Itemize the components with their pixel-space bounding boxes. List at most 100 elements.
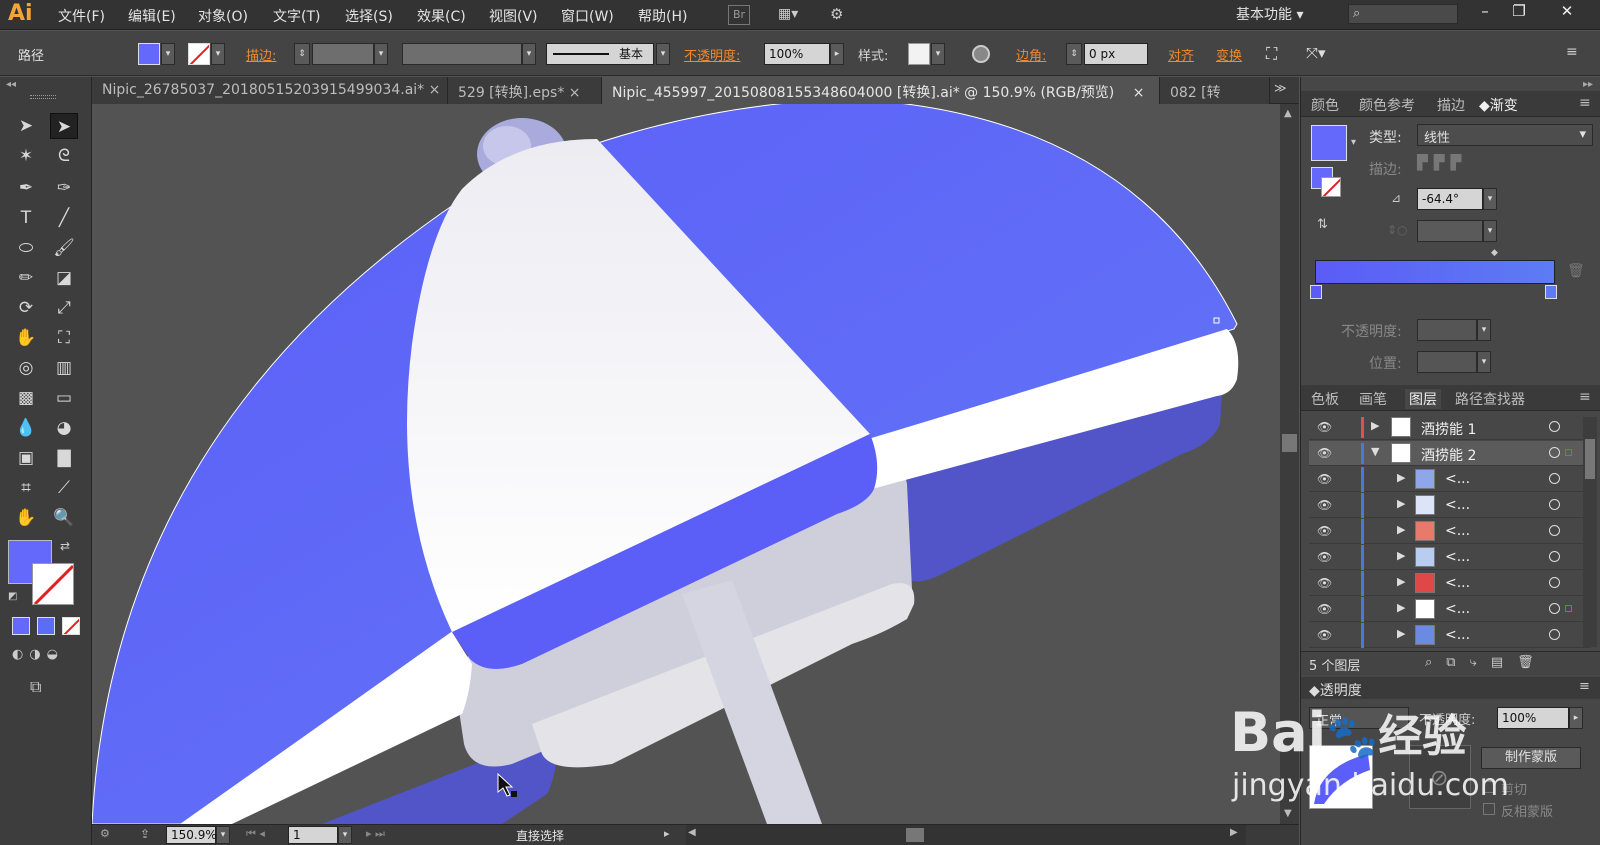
artboard-icon[interactable]: ⌗ (12, 475, 40, 501)
target-icon[interactable] (1549, 629, 1560, 640)
stroke-weight-label[interactable]: 描边: (246, 45, 276, 64)
gpu-status-icon[interactable]: ⚙ (100, 827, 110, 840)
aspect-ratio-field[interactable] (1417, 220, 1483, 242)
layer-row-selected[interactable]: 👁 ▼ 酒捞能 2 (1309, 441, 1591, 466)
expand-arrow-icon[interactable]: ▶ (1397, 497, 1405, 510)
sublayer-row[interactable]: 👁 ▶ <... (1309, 597, 1591, 622)
eye-icon[interactable]: 👁 (1317, 498, 1332, 512)
brush-definition-field[interactable]: 基本 (546, 43, 654, 65)
invert-mask-checkbox[interactable] (1483, 803, 1495, 815)
target-icon[interactable] (1549, 447, 1560, 458)
hand-tool-icon[interactable]: ✋ (12, 505, 40, 531)
tab-color-guide[interactable]: 颜色参考 (1359, 95, 1415, 115)
menu-object[interactable]: 对象(O) (198, 6, 248, 26)
expand-arrow-icon[interactable]: ▶ (1397, 523, 1405, 536)
ellipse-tool-icon[interactable]: ⬭ (12, 235, 40, 261)
sublayer-row[interactable]: 👁 ▶ <... (1309, 467, 1591, 492)
gradient-slider[interactable] (1315, 260, 1555, 284)
zoom-dropdown[interactable]: ▾ (216, 826, 230, 844)
sublayer-row[interactable]: 👁 ▶ <... (1309, 571, 1591, 596)
search-input[interactable]: ⌕ (1348, 4, 1458, 24)
gradient-type-select[interactable]: 线性 ▾ (1417, 124, 1593, 146)
angle-dropdown[interactable]: ▾ (1483, 188, 1497, 210)
rotate-icon[interactable]: ⟳ (12, 295, 40, 321)
eye-icon[interactable]: 👁 (1317, 628, 1332, 642)
tab-document-4[interactable]: 082 [转 (1160, 77, 1270, 104)
collapse-arrow-icon[interactable]: ▼ (1371, 445, 1379, 458)
recolor-artwork-icon[interactable] (972, 45, 990, 63)
status-menu-arrow[interactable]: ▸ (664, 827, 670, 840)
eraser-icon[interactable]: ◪ (50, 265, 78, 291)
tab-close-icon[interactable]: × (429, 82, 441, 98)
paintbrush-icon[interactable]: 🖌 (50, 235, 78, 261)
stop-opacity-field[interactable] (1417, 319, 1477, 341)
type-tool-icon[interactable]: T (12, 205, 40, 231)
stop-position-field[interactable] (1417, 351, 1477, 373)
first-page-icon[interactable]: ⏮ ◂ (246, 827, 265, 841)
umbrella-artwork[interactable] (92, 104, 1280, 824)
stroke-color-box[interactable] (32, 563, 74, 605)
line-tool-icon[interactable]: ╱ (50, 205, 78, 231)
pen-tool-icon[interactable]: ✒ (12, 175, 40, 201)
gpu-performance-icon[interactable]: ⚙ (830, 5, 856, 25)
gradient-stop-right[interactable] (1545, 285, 1557, 299)
tab-layers[interactable]: 图层 (1405, 389, 1441, 409)
slice-icon[interactable]: ⟋ (50, 475, 78, 501)
isolate-icon[interactable]: ⛶ (1266, 44, 1277, 64)
tab-close-icon[interactable]: × (1133, 85, 1145, 101)
target-icon[interactable] (1549, 551, 1560, 562)
panel-menu-icon[interactable]: ≡ (1579, 389, 1591, 405)
share-icon[interactable]: ⇪ (140, 827, 150, 841)
direct-selection-tool-icon[interactable]: ➤ (50, 113, 78, 139)
sublayer-row[interactable]: 👁 ▶ <... (1309, 493, 1591, 518)
none-mode-icon[interactable] (62, 617, 80, 635)
scroll-left-icon[interactable]: ◀ (688, 827, 696, 838)
sublayer-row[interactable]: 👁 ▶ <... (1309, 519, 1591, 544)
artboard-dropdown[interactable]: ▾ (338, 826, 352, 844)
scale-icon[interactable]: ⤢ (50, 295, 78, 321)
collapse-icon[interactable]: ◂◂ (6, 79, 16, 90)
tabs-overflow-icon[interactable]: ≫ (1274, 81, 1287, 95)
hscroll-thumb[interactable] (906, 828, 924, 842)
panel-menu-icon[interactable]: ≡ (1579, 95, 1591, 111)
target-icon[interactable] (1549, 577, 1560, 588)
shape-builder-icon[interactable]: ◎ (12, 355, 40, 381)
reverse-gradient-icon[interactable]: ⇅ (1317, 217, 1328, 232)
layer-row[interactable]: 👁 ▶ 酒捞能 1 (1309, 415, 1591, 440)
align-link[interactable]: 对齐 (1168, 45, 1194, 64)
eye-icon[interactable]: 👁 (1317, 550, 1332, 564)
fill-swatch[interactable] (138, 43, 160, 65)
transparency-title[interactable]: ◆透明度 (1309, 680, 1362, 700)
arrange-documents-icon[interactable]: ▦▾ (778, 6, 812, 24)
layers-scroll-thumb[interactable] (1585, 439, 1595, 479)
target-icon[interactable] (1549, 525, 1560, 536)
eyedropper-icon[interactable]: 💧 (12, 415, 40, 441)
corner-label[interactable]: 边角: (1016, 45, 1046, 64)
tab-color[interactable]: 颜色 (1311, 95, 1339, 115)
scroll-right-icon[interactable]: ▶ (1230, 827, 1238, 838)
minimize-icon[interactable]: – (1472, 2, 1498, 24)
layers-scrollbar[interactable] (1583, 417, 1597, 647)
mesh-icon[interactable]: ▩ (12, 385, 40, 411)
delete-stop-icon[interactable]: 🗑 (1567, 263, 1585, 279)
default-colors-icon[interactable]: ◩ (8, 591, 17, 602)
color-mode-icon[interactable] (12, 617, 30, 635)
stroke-weight-field[interactable] (312, 43, 374, 65)
target-icon[interactable] (1549, 499, 1560, 510)
make-mask-button[interactable]: 制作蒙版 (1481, 747, 1581, 769)
artboard-canvas[interactable] (92, 104, 1280, 824)
curvature-tool-icon[interactable]: ✑ (50, 175, 78, 201)
tab-stroke[interactable]: 描边 (1437, 95, 1465, 115)
menu-help[interactable]: 帮助(H) (638, 6, 687, 26)
menu-view[interactable]: 视图(V) (489, 6, 538, 26)
gradient-presets-dropdown[interactable]: ▾ (1351, 137, 1356, 148)
menu-file[interactable]: 文件(F) (58, 6, 105, 26)
bridge-button[interactable]: Br (728, 5, 750, 25)
screen-mode-icon[interactable]: ⧉ (30, 677, 41, 697)
gradient-tool-icon[interactable]: ▭ (50, 385, 78, 411)
stroke-dropdown[interactable]: ▾ (211, 43, 225, 65)
zoom-field[interactable]: 150.9% (166, 826, 217, 844)
target-icon[interactable] (1549, 603, 1560, 614)
gradient-preview-swatch[interactable] (1311, 125, 1347, 161)
midpoint-diamond-icon[interactable]: ◆ (1491, 248, 1498, 258)
